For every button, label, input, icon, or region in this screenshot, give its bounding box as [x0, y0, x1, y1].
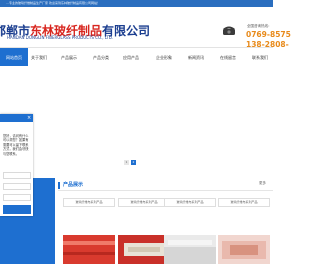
product-tab-3[interactable]: 玻璃纤维布系列产品 [164, 198, 216, 207]
products-more-link[interactable]: 更多 [259, 181, 266, 186]
nav-item-contact[interactable]: 联系我们 [247, 48, 273, 67]
chat-send-button[interactable] [3, 205, 31, 214]
product-image-4[interactable] [218, 235, 270, 264]
product-image-3[interactable] [164, 235, 216, 264]
nav-item-about[interactable]: 关于我们 [26, 48, 52, 67]
company-english-name: HANDAN DONGLIN FIBERGLASS PRODUCTS CO., … [7, 35, 114, 40]
close-icon[interactable]: × [27, 115, 31, 121]
section-divider [58, 190, 273, 191]
chat-name-field[interactable] [3, 172, 31, 179]
chat-popup: × 您好，请问有什么可以帮您？如果有需要可以留下联系方式，我们会尽快与您联系。 [0, 114, 33, 216]
banner-page-1[interactable]: 1 [124, 160, 129, 165]
product-tab-4[interactable]: 玻璃纤维布系列产品 [218, 198, 270, 207]
product-image-2[interactable] [118, 235, 170, 264]
top-strip-text: …专业的玻璃纤维制品生产厂家 欢迎来到东林玻纤制品有限公司网站！ [6, 1, 100, 5]
nav-item-applications[interactable]: 应用产品 [118, 48, 144, 67]
title-accent-bar [58, 182, 60, 189]
product-tab-1[interactable]: 玻璃纤维布系列产品 [63, 198, 115, 207]
hero-banner[interactable] [0, 66, 273, 174]
site-header: 邯郸市东林玻纤制品有限公司 HANDAN DONGLIN FIBERGLASS … [0, 7, 291, 49]
product-photo-2 [118, 235, 170, 264]
product-photo-4 [218, 235, 270, 264]
product-tab-2[interactable]: 玻璃纤维布系列产品 [118, 198, 170, 207]
product-photo-3 [164, 235, 216, 264]
top-info-strip: …专业的玻璃纤维制品生产厂家 欢迎来到东林玻纤制品有限公司网站！ [0, 0, 273, 7]
chat-greeting: 您好，请问有什么可以帮您？如果有需要可以留下联系方式，我们会尽快与您联系。 [3, 134, 29, 156]
nav-item-message[interactable]: 在线留言 [215, 48, 241, 67]
product-image-1[interactable] [63, 235, 115, 264]
chat-header: × [0, 114, 33, 122]
product-photo-1 [63, 235, 115, 264]
chat-phone-field[interactable] [3, 183, 31, 190]
phone-icon [223, 26, 235, 35]
hotline-number-1: 0769-8575 [246, 30, 291, 39]
nav-item-image[interactable]: 企业形象 [151, 48, 177, 67]
nav-item-categories[interactable]: 产品分类 [88, 48, 114, 67]
banner-page-2[interactable]: 2 [131, 160, 136, 165]
nav-item-news[interactable]: 新闻资讯 [183, 48, 209, 67]
products-title-text: 产品展示 [63, 182, 84, 188]
chat-message-field[interactable] [3, 194, 31, 201]
nav-item-home[interactable]: 网站首页 [0, 48, 28, 67]
hotline-label: 全国咨询热线： [247, 24, 272, 28]
main-nav: 网站首页 关于我们 产品展示 产品分类 应用产品 企业形象 新闻资讯 在线留言 … [0, 47, 273, 68]
nav-item-products[interactable]: 产品展示 [56, 48, 82, 67]
